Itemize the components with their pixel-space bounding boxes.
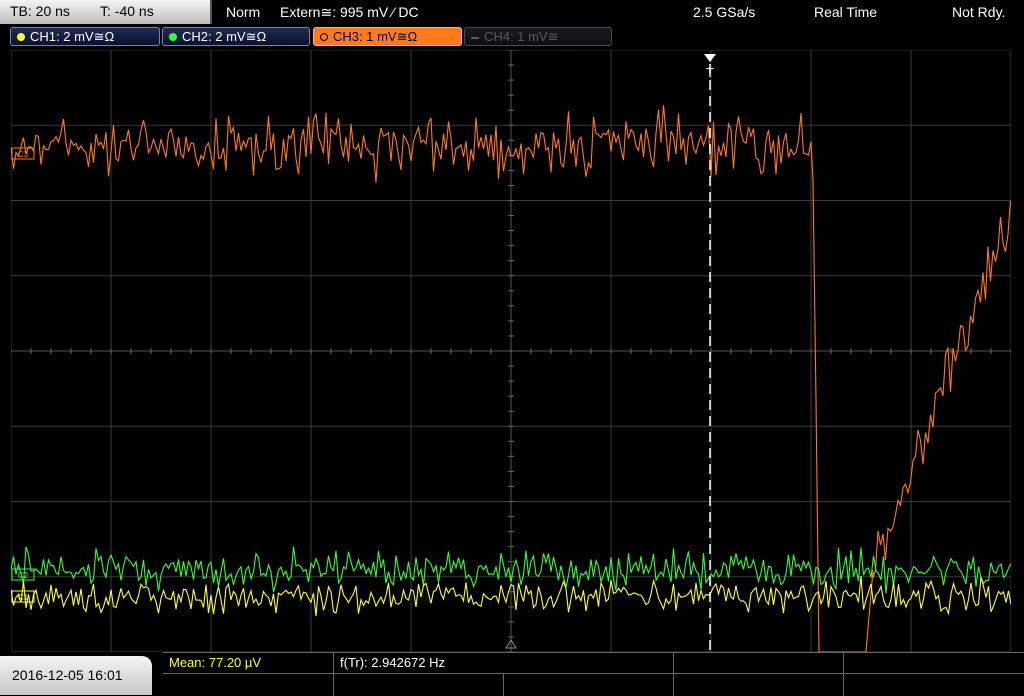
channel-3-marker-label: C3 [18,150,29,159]
measurement-slot-4[interactable] [844,653,1024,674]
channel-1-label: CH1: 2 mV≅Ω [30,29,115,44]
top-status-bar: TB: 20 ns T: -40 ns Norm Extern≅: 995 mV… [0,0,1024,25]
trigger-arrow-icon[interactable] [704,54,716,62]
channel-2-tab[interactable]: CH2: 2 mV≅Ω [162,27,310,46]
measurement-slot-5[interactable] [163,674,334,696]
measurement-slot-7[interactable] [504,674,674,696]
measurement-mean[interactable]: Mean: 77.20 µV [163,653,334,674]
trigger-source[interactable]: Extern≅: 995 mV ⁄ DC [280,0,419,24]
bottom-bar: 2016-12-05 16:01 Mean: 77.20 µV f(Tr): 2… [0,652,1024,696]
sample-rate[interactable]: 2.5 GSa/s [693,0,755,24]
acquisition-status: Not Rdy. [952,4,1006,20]
datetime-box[interactable]: 2016-12-05 16:01 [0,656,152,695]
timebase-label: TB: 20 ns [10,3,70,19]
channel-4-label: CH4: 1 mV≅ [484,29,559,44]
channel-bar: CH1: 2 mV≅Ω CH2: 2 mV≅Ω CH3: 1 mV≅Ω CH4:… [0,26,1024,48]
measurement-slot-3[interactable] [674,653,844,674]
waveform-display[interactable]: T C3 C2 C1 [11,50,1011,652]
timebase-box[interactable]: TB: 20 ns T: -40 ns [0,0,212,24]
measurement-frequency[interactable]: f(Tr): 2.942672 Hz [334,653,674,674]
channel-3-label: CH3: 1 mV≅Ω [333,29,418,44]
channel-2-label: CH2: 2 mV≅Ω [182,29,267,44]
measurement-panel[interactable]: Mean: 77.20 µV f(Tr): 2.942672 Hz [163,652,1024,696]
channel-3-tab[interactable]: CH3: 1 mV≅Ω [313,27,462,46]
channel-3-indicator-icon [320,32,328,41]
channel-1-marker-label: C1 [18,593,29,602]
trigger-marker-label: T [706,65,714,80]
measurement-slot-6[interactable] [334,674,504,696]
channel-4-off-icon [471,36,479,39]
measurement-slot-8[interactable] [674,674,844,696]
channel-2-indicator-icon [169,32,177,41]
channel-2-marker-label: C2 [18,571,29,580]
trigger-mode[interactable]: Norm [226,0,260,24]
channel-1-tab[interactable]: CH1: 2 mV≅Ω [10,27,160,46]
channel-1-indicator-icon [17,32,25,41]
channel-4-tab[interactable]: CH4: 1 mV≅ [464,27,612,46]
waveform-svg: T C3 C2 C1 [11,50,1011,652]
measurement-slot-9[interactable] [844,674,1024,696]
acquisition-mode[interactable]: Real Time [814,0,877,24]
trigger-time-label: T: -40 ns [100,3,154,19]
